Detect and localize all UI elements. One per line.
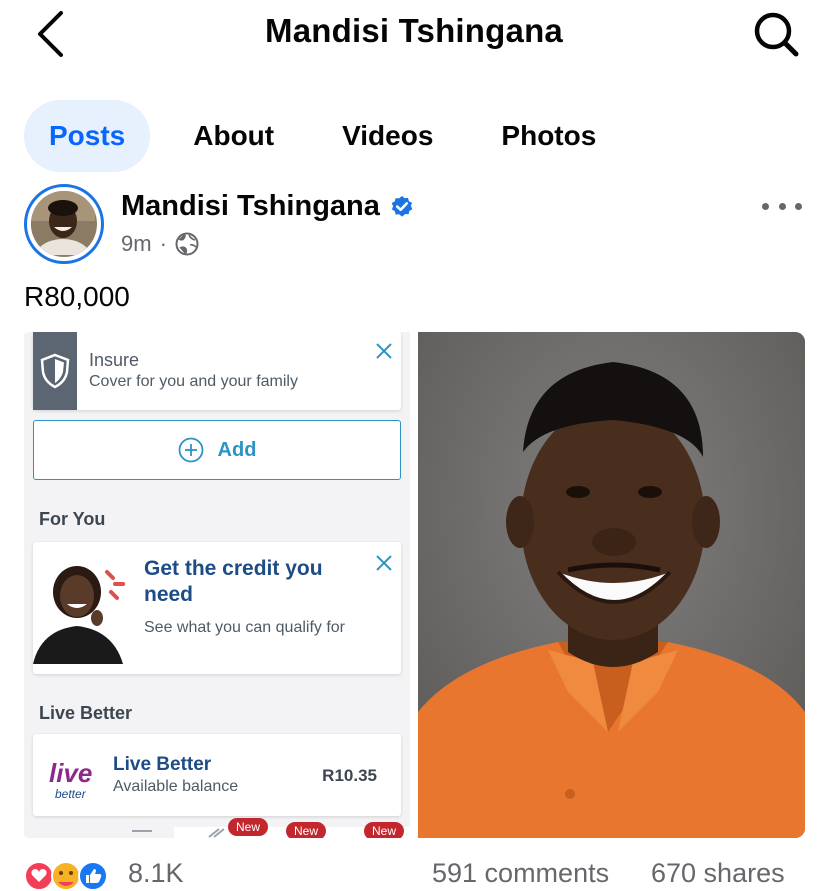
- new-badge: New: [286, 822, 327, 838]
- dot-icon: [762, 202, 769, 210]
- post-text: R80,000: [24, 281, 130, 312]
- post-author[interactable]: Mandisi Tshingana: [121, 190, 414, 223]
- live-better-logo-bottom: better: [55, 787, 87, 801]
- credit-subtitle: See what you can qualify for: [144, 619, 346, 636]
- credit-title: Get the credit you need: [144, 557, 323, 606]
- add-label: Add: [217, 438, 257, 461]
- insure-card: Insure Cover for you and your family: [33, 332, 401, 410]
- avatar-photo: [31, 191, 97, 257]
- search-button[interactable]: [750, 8, 802, 60]
- live-better-logo-top: live: [49, 758, 92, 788]
- live-better-amount: R10.35: [322, 766, 377, 785]
- live-better-title: Live Better: [113, 754, 212, 775]
- new-badge: New: [228, 818, 269, 836]
- post-image-app-screenshot[interactable]: Insure Cover for you and your family Add…: [24, 332, 410, 838]
- tab-photos[interactable]: Photos: [476, 100, 621, 172]
- comments-count[interactable]: 591 comments: [432, 858, 609, 889]
- search-icon: [754, 12, 799, 57]
- insure-subtitle: Cover for you and your family: [89, 373, 298, 390]
- credit-card: Get the credit you need See what you can…: [33, 542, 401, 674]
- close-icon: [376, 555, 392, 571]
- author-name: Mandisi Tshingana: [121, 190, 380, 222]
- tab-videos[interactable]: Videos: [317, 100, 458, 172]
- dot-icon: [778, 202, 786, 210]
- post-time[interactable]: 9m: [121, 231, 152, 257]
- post-footer: 8.1K 591 comments 670 shares: [24, 856, 804, 891]
- live-better-subtitle: Available balance: [113, 778, 239, 795]
- avatar[interactable]: [24, 184, 104, 264]
- verified-badge-icon: [391, 195, 413, 217]
- more-options-button[interactable]: [762, 194, 802, 218]
- plus-circle-icon: [178, 437, 203, 463]
- page-title: Mandisi Tshingana: [265, 12, 563, 49]
- tab-about[interactable]: About: [168, 100, 299, 172]
- profile-tabs: Posts About Videos Photos: [24, 100, 639, 172]
- credit-promo-photo: [33, 552, 137, 664]
- post-meta: 9m ·: [121, 231, 199, 257]
- dot-icon: [795, 202, 802, 210]
- insure-side: [33, 332, 77, 410]
- reaction-count[interactable]: 8.1K: [128, 858, 184, 889]
- for-you-heading: For You: [39, 509, 106, 529]
- insure-title: Insure: [89, 350, 140, 370]
- live-better-logo: live better: [49, 758, 92, 801]
- app-bottom-nav: [24, 826, 410, 838]
- reaction-icons[interactable]: [24, 860, 124, 891]
- live-better-card: live better Live Better Available balanc…: [33, 734, 401, 816]
- live-better-heading: Live Better: [39, 703, 133, 723]
- post-image-portrait[interactable]: [418, 332, 805, 838]
- globe-icon: [175, 232, 199, 256]
- meta-separator: ·: [159, 231, 167, 256]
- new-badge: New: [364, 822, 405, 838]
- shares-count[interactable]: 670 shares: [651, 858, 785, 889]
- tab-posts[interactable]: Posts: [24, 100, 151, 172]
- shield-icon: [40, 353, 70, 389]
- close-icon: [376, 343, 392, 359]
- top-bar: Mandisi Tshingana: [0, 0, 828, 70]
- add-button: Add: [33, 420, 401, 480]
